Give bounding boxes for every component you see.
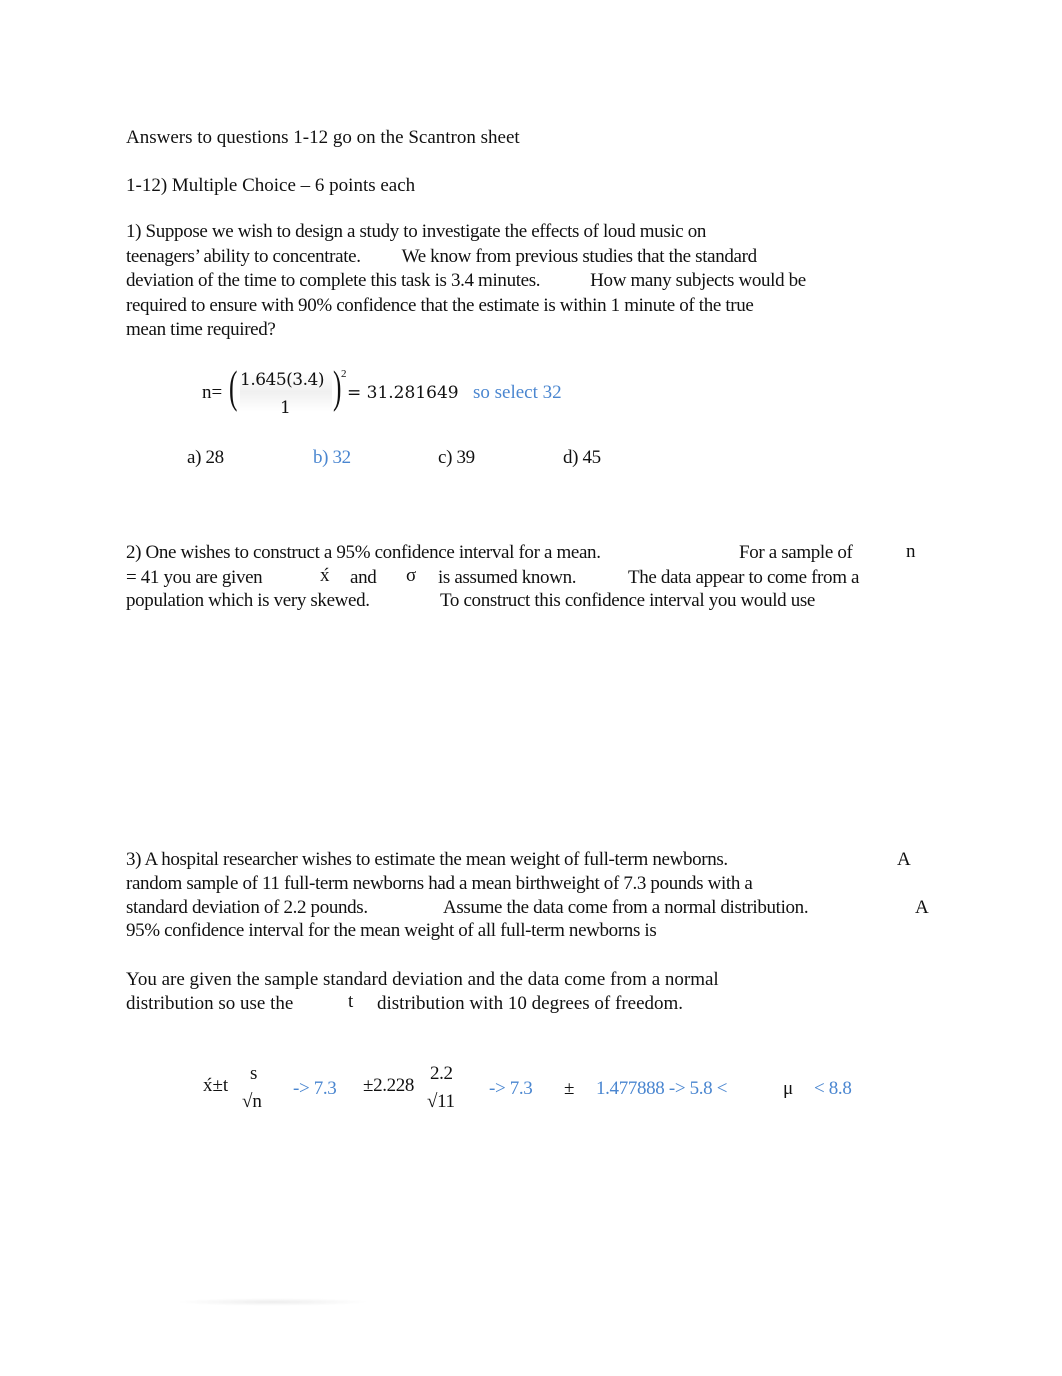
- q2-line2-c: The data appear to come from a: [628, 567, 860, 588]
- question-1-line-4: required to ensure with 90% confidence t…: [126, 294, 754, 316]
- q3-line3-b: Assume the data come from a normal distr…: [443, 897, 809, 918]
- q3-explanation-line2-a: distribution so use the: [126, 993, 294, 1014]
- section-title: 1-12) Multiple Choice – 6 points each: [126, 175, 416, 196]
- q3-line3-a: standard deviation of 2.2 pounds.: [126, 897, 368, 918]
- q3-arrow-1: -> 7.3: [293, 1078, 337, 1099]
- q2-line3-a: population which is very skewed.: [126, 590, 370, 611]
- q1-answer-note: so select 32: [473, 382, 562, 403]
- q3-line4: 95% confidence interval for the mean wei…: [126, 920, 657, 941]
- q1-result: = 31.281649: [347, 383, 459, 403]
- q3-numerator-2: 2.2: [430, 1063, 453, 1084]
- q1-line2-a: teenagers’ ability to concentrate.: [126, 245, 361, 267]
- q3-arrow-2: -> 7.3: [489, 1078, 533, 1099]
- q3-line1-a: 3) A hospital researcher wishes to estim…: [126, 849, 728, 870]
- question-1-line-2: teenagers’ ability to concentrate. We kno…: [126, 245, 806, 270]
- q2-symbol-xbar: x́: [320, 565, 330, 586]
- q3-explanation-line1: You are given the sample standard deviat…: [126, 969, 719, 990]
- q3-line2: random sample of 11 full-term newborns h…: [126, 873, 753, 894]
- q3-denominator-2: √11: [427, 1091, 455, 1112]
- q1-line3-b: How many subjects would be: [590, 270, 806, 291]
- question-1-line-1: 1) Suppose we wish to design a study to …: [126, 221, 707, 242]
- q3-t-value: ±2.228: [363, 1075, 415, 1096]
- q1-formula-lhs: n=: [202, 382, 223, 403]
- q3-symbol-mu: μ: [783, 1078, 794, 1099]
- q3-symbol-t: t: [348, 991, 354, 1012]
- q2-symbol-sigma: σ: [406, 565, 417, 586]
- choice-d[interactable]: d) 45: [563, 446, 601, 470]
- q3-plus-minus: ±: [564, 1078, 575, 1099]
- instructions-text: Answers to questions 1-12 go on the Scan…: [126, 127, 520, 148]
- q2-line1-b: For a sample of: [739, 542, 853, 563]
- q2-line1-a: 2) One wishes to construct a 95% confide…: [126, 542, 601, 563]
- q3-explanation-line2-b: distribution with 10 degrees of freedom.: [377, 993, 684, 1014]
- q1-line2-b: We know from previous studies that the s…: [401, 245, 757, 267]
- q3-upper-bound: < 8.8: [814, 1078, 852, 1099]
- choice-a[interactable]: a) 28: [187, 446, 224, 470]
- q2-line2-and: and: [350, 567, 377, 588]
- q3-formula-numerator: s: [250, 1063, 258, 1084]
- page-edge-shadow: [175, 1298, 370, 1306]
- choice-b-correct[interactable]: b) 32: [313, 446, 351, 470]
- q1-numerator: 1.645(3.4): [240, 370, 324, 390]
- q1-denominator: 1: [280, 398, 291, 418]
- q3-line3-c: A: [915, 897, 929, 918]
- q2-line2-a: = 41 you are given: [126, 567, 263, 588]
- q2-line3-b: To construct this confidence interval yo…: [440, 590, 815, 611]
- q2-symbol-n: n: [906, 541, 916, 562]
- q1-line3-a: deviation of the time to complete this t…: [126, 270, 541, 291]
- q3-formula-lhs: x́±t: [203, 1075, 229, 1096]
- q3-formula-denominator: √n: [242, 1091, 262, 1112]
- q1-exponent: 2: [341, 368, 347, 380]
- question-1-line-5: mean time required?: [126, 319, 276, 340]
- choice-c[interactable]: c) 39: [438, 446, 475, 470]
- question-1-line-3: deviation of the time to complete this t…: [126, 269, 806, 294]
- q3-margin-and-lower: 1.477888 -> 5.8 <: [596, 1078, 728, 1099]
- question-1-text: 1) Suppose we wish to design a study to …: [126, 220, 806, 343]
- q3-line1-b: A: [897, 849, 911, 870]
- q2-line2-b: is assumed known.: [438, 567, 577, 588]
- left-paren-icon: (: [229, 361, 238, 412]
